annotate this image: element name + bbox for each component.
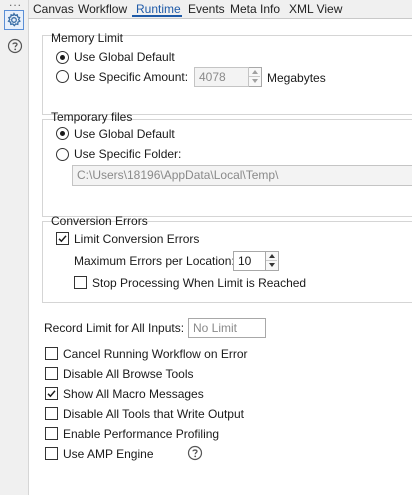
more-dots-icon[interactable]: ... xyxy=(9,0,22,9)
temp-folder-input[interactable]: C:\Users\18196\AppData\Local\Temp\ xyxy=(72,165,412,186)
max-errors-input[interactable]: 10 xyxy=(233,251,266,271)
memory-specific-radio[interactable] xyxy=(56,70,69,83)
checkmark-icon xyxy=(47,390,56,398)
tab-events[interactable]: Events xyxy=(188,2,225,16)
cancel-on-error-label: Cancel Running Workflow on Error xyxy=(63,347,248,361)
amp-help-icon[interactable] xyxy=(187,445,203,461)
checkmark-icon xyxy=(58,235,67,243)
temporary-files-title: Temporary files xyxy=(51,110,133,124)
spin-down-icon[interactable] xyxy=(249,77,260,86)
limit-conversion-errors-checkbox[interactable] xyxy=(56,232,69,245)
temp-global-label: Use Global Default xyxy=(74,127,175,141)
tab-xml-view[interactable]: XML View xyxy=(289,2,342,16)
left-icon-strip: ... xyxy=(0,0,29,495)
disable-write-output-checkbox[interactable] xyxy=(45,407,58,420)
spin-up-icon[interactable] xyxy=(266,252,277,261)
disable-browse-label: Disable All Browse Tools xyxy=(63,367,194,381)
record-limit-label: Record Limit for All Inputs: xyxy=(44,321,185,335)
temp-specific-label: Use Specific Folder: xyxy=(74,147,182,161)
stop-processing-label: Stop Processing When Limit is Reached xyxy=(92,276,307,290)
conversion-errors-title: Conversion Errors xyxy=(51,214,148,228)
show-macro-messages-label: Show All Macro Messages xyxy=(63,387,204,401)
tab-canvas[interactable]: Canvas xyxy=(33,2,74,16)
max-errors-label: Maximum Errors per Location: xyxy=(74,254,235,268)
memory-amount-spinner[interactable] xyxy=(249,67,262,87)
memory-specific-label: Use Specific Amount: xyxy=(74,70,189,84)
tab-bar: Canvas Workflow Runtime Events Meta Info… xyxy=(28,0,412,19)
performance-profiling-label: Enable Performance Profiling xyxy=(63,427,220,441)
runtime-panel: Memory Limit Use Global Default Use Spec… xyxy=(29,19,412,495)
gear-icon[interactable] xyxy=(4,10,24,30)
tab-runtime[interactable]: Runtime xyxy=(136,2,181,16)
memory-global-label: Use Global Default xyxy=(74,50,175,64)
disable-browse-checkbox[interactable] xyxy=(45,367,58,380)
active-tab-indicator xyxy=(132,15,182,17)
amp-engine-checkbox[interactable] xyxy=(45,447,58,460)
spin-up-icon[interactable] xyxy=(249,68,260,77)
record-limit-placeholder: No Limit xyxy=(193,321,238,335)
spin-down-icon[interactable] xyxy=(266,261,277,270)
cancel-on-error-checkbox[interactable] xyxy=(45,347,58,360)
max-errors-spinner[interactable] xyxy=(266,251,279,271)
amp-engine-label: Use AMP Engine xyxy=(63,447,154,461)
record-limit-input[interactable]: No Limit xyxy=(188,318,266,338)
memory-amount-input[interactable]: 4078 xyxy=(194,67,249,87)
disable-write-output-label: Disable All Tools that Write Output xyxy=(63,407,244,421)
temp-global-radio[interactable] xyxy=(56,127,69,140)
show-macro-messages-checkbox[interactable] xyxy=(45,387,58,400)
temp-specific-radio[interactable] xyxy=(56,148,69,161)
memory-limit-title: Memory Limit xyxy=(51,31,124,45)
performance-profiling-checkbox[interactable] xyxy=(45,427,58,440)
limit-conversion-errors-label: Limit Conversion Errors xyxy=(74,232,200,246)
stop-processing-checkbox[interactable] xyxy=(74,276,87,289)
help-circle-icon[interactable] xyxy=(7,38,23,54)
tab-meta-info[interactable]: Meta Info xyxy=(230,2,280,16)
memory-unit-label: Megabytes xyxy=(267,71,326,85)
memory-global-radio[interactable] xyxy=(56,51,69,64)
tab-workflow[interactable]: Workflow xyxy=(78,2,127,16)
